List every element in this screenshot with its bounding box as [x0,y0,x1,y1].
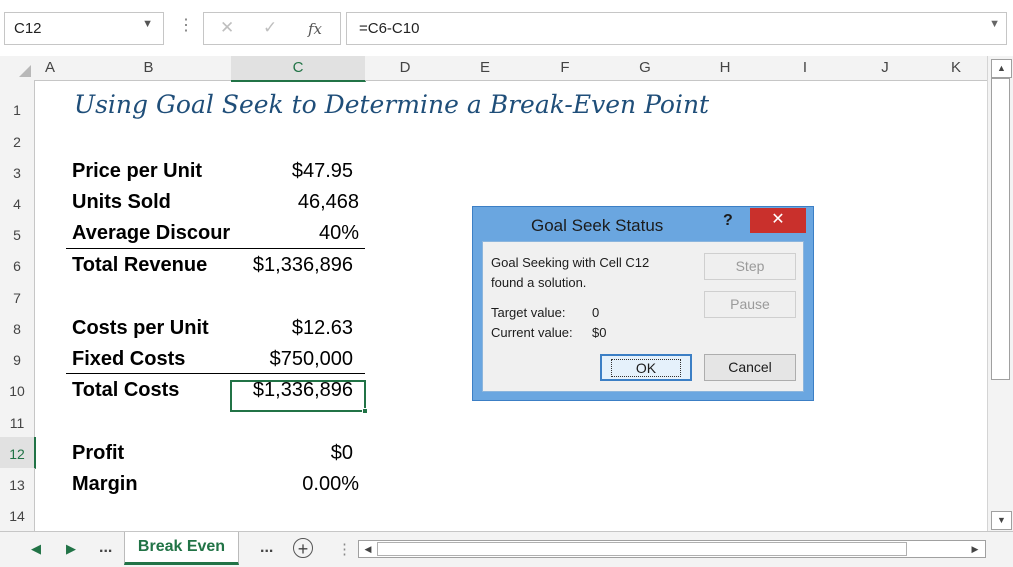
column-header-k[interactable]: K [925,56,987,81]
ok-button[interactable]: OK [600,354,692,381]
dialog-title-bar[interactable]: Goal Seek Status ? ✕ [473,207,813,241]
units-label: Units Sold [72,191,171,213]
margin-value: 0.00% [302,473,359,495]
formula-text: =C6-C10 [359,20,420,37]
formula-input[interactable]: =C6-C10 ▼ [346,12,1007,45]
selected-cell-c12[interactable] [230,380,366,412]
row-header-2[interactable]: 2 [0,125,35,157]
margin-label: Margin [72,473,138,495]
column-header-e[interactable]: E [445,56,526,81]
close-icon[interactable]: ✕ [750,208,806,233]
row-header-3[interactable]: 3 [0,156,35,188]
next-sheet-icon[interactable]: ▶ [66,541,76,557]
profit-label: Profit [72,442,125,464]
horizontal-scroll-thumb[interactable] [377,542,907,556]
current-value: $0 [592,325,607,340]
total-costs-label: Total Costs [72,379,180,401]
more-sheets-right[interactable]: ... [260,539,273,557]
cost-per-unit-label: Costs per Unit [72,317,209,339]
row-header-13[interactable]: 13 [0,468,35,500]
column-header-a[interactable]: A [34,56,67,81]
enter-icon[interactable]: ✓ [263,18,277,38]
select-all-corner[interactable] [0,56,35,81]
current-value-label: Current value: [491,325,573,340]
dialog-title: Goal Seek Status [531,216,664,235]
scroll-up-icon[interactable]: ▲ [991,59,1012,78]
column-header-d[interactable]: D [365,56,446,81]
vertical-scroll-thumb[interactable] [991,78,1010,380]
price-value: $47.95 [291,160,353,182]
help-icon[interactable]: ? [723,212,733,230]
units-value: 46,468 [297,191,359,213]
previous-sheet-icon[interactable]: ◀ [31,541,41,557]
step-button[interactable]: Step [704,253,796,280]
cancel-button[interactable]: Cancel [704,354,796,381]
column-header-h[interactable]: H [685,56,766,81]
column-header-c[interactable]: C [231,56,366,82]
discount-label: Average Discour [72,222,231,244]
pause-button[interactable]: Pause [704,291,796,318]
scroll-left-icon[interactable]: ◀ [360,541,376,557]
cost-per-unit-value: $12.63 [291,317,353,339]
name-box-value: C12 [14,20,42,37]
column-header-i[interactable]: I [765,56,846,81]
message-line-2: found a solution. [491,275,587,290]
more-sheets-left[interactable]: ... [99,539,112,557]
row-header-12[interactable]: 12 [0,437,36,469]
name-box[interactable]: C12 ▼ [4,12,164,45]
pause-button-label: Pause [730,296,770,312]
vertical-scrollbar[interactable]: ▲ ▼ [987,56,1013,531]
fixed-costs-value: $750,000 [269,348,353,370]
row-header-5[interactable]: 5 [0,218,35,250]
revenue-rule [66,248,365,249]
column-header-f[interactable]: F [525,56,606,81]
target-value: 0 [592,305,600,320]
formula-bar-grip-icon: ⋮ [178,17,194,34]
revenue-value: $1,336,896 [252,254,353,276]
scroll-right-icon[interactable]: ▶ [967,541,983,557]
profit-value[interactable]: $0 [231,442,353,465]
sheet-title: Using Goal Seek to Determine a Break-Eve… [74,90,710,119]
expand-formula-icon[interactable]: ▼ [989,18,1000,30]
new-sheet-icon[interactable]: + [293,538,313,559]
goal-seek-status-dialog: Goal Seek Status ? ✕ Goal Seeking with C… [472,206,814,401]
formula-buttons: ✕ ✓ fx [203,12,341,45]
row-header-4[interactable]: 4 [0,187,35,219]
row-header-11[interactable]: 11 [0,406,35,438]
tab-split-handle[interactable]: ⋮ [337,540,352,558]
fill-handle[interactable] [362,408,368,414]
cancel-icon[interactable]: ✕ [220,18,234,38]
fixed-costs-label: Fixed Costs [72,348,186,370]
costs-rule [66,373,365,374]
chevron-down-icon[interactable]: ▼ [142,18,153,30]
ok-button-label: OK [610,359,682,377]
message-line-1: Goal Seeking with Cell C12 [491,255,650,270]
scroll-down-icon[interactable]: ▼ [991,511,1012,530]
row-header-10[interactable]: 10 [0,374,35,407]
row-header-14[interactable]: 14 [0,499,35,531]
row-header-9[interactable]: 9 [0,343,35,375]
insert-function-icon[interactable]: fx [308,20,322,38]
price-label: Price per Unit [72,160,203,182]
column-header-j[interactable]: J [845,56,926,81]
dialog-body: Goal Seeking with Cell C12 found a solut… [482,241,804,392]
row-header-7[interactable]: 7 [0,281,35,313]
row-header-8[interactable]: 8 [0,312,35,344]
formula-bar: C12 ▼ ⋮ ✕ ✓ fx =C6-C10 ▼ [0,0,1013,56]
revenue-label: Total Revenue [72,254,208,276]
discount-value: 40% [318,222,359,244]
column-header-g[interactable]: G [605,56,686,81]
sheet-tab-bar: ◀ ▶ ... Break Even ... + ⋮ ◀ ▶ [0,531,1013,567]
cancel-button-label: Cancel [728,359,772,375]
row-header-6[interactable]: 6 [0,249,35,282]
tab-break-even[interactable]: Break Even [124,532,239,565]
tab-break-even-label: Break Even [137,538,226,555]
target-value-label: Target value: [491,305,566,320]
step-button-label: Step [735,258,765,274]
column-header-b[interactable]: B [66,56,232,81]
row-header-1[interactable]: 1 [0,80,35,126]
